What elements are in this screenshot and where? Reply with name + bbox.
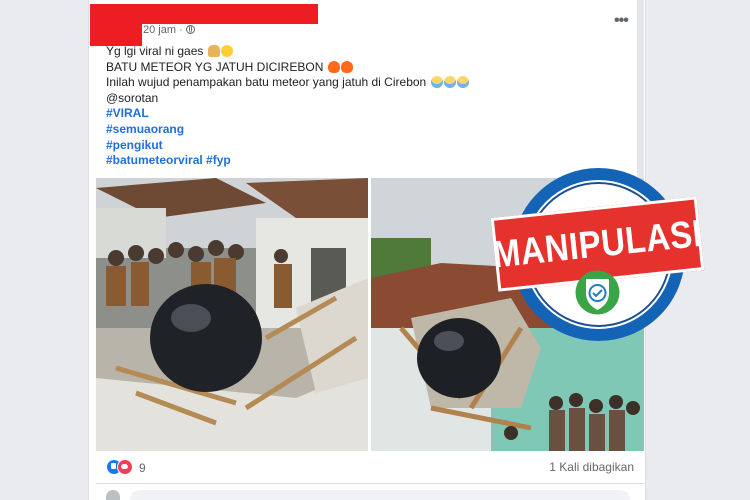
- post-line-2: BATU METEOR YG JATUH DICIREBON: [106, 60, 469, 76]
- post-line-1: Yg lgi viral ni gaes: [106, 44, 469, 60]
- more-options-icon[interactable]: •••: [614, 12, 629, 30]
- fire-emoji-icon: [340, 60, 353, 73]
- globe-icon: [185, 25, 195, 34]
- comment-input[interactable]: [130, 490, 630, 500]
- pray-emoji-icon: [207, 45, 220, 57]
- post-line-3: Inilah wujud penampakan batu meteor yang…: [106, 75, 469, 91]
- hashtag-link[interactable]: #semuaorang: [106, 122, 184, 136]
- reactions-summary[interactable]: 9: [106, 459, 146, 475]
- scream-emoji-icon: [456, 76, 469, 89]
- divider: [96, 483, 644, 484]
- post-line-4: @sorotan: [106, 90, 159, 105]
- share-count[interactable]: 1 Kali dibagikan: [549, 460, 634, 474]
- post-text: Yg lgi viral ni gaes BATU METEOR YG JATU…: [106, 44, 469, 169]
- reaction-count: 9: [139, 461, 146, 475]
- hashtag-link[interactable]: #VIRAL: [106, 106, 149, 120]
- post-meta: 20 jam ·: [143, 24, 195, 36]
- cek-fakta-shield-icon: [574, 269, 621, 316]
- page-background-left: [0, 0, 52, 500]
- smile-emoji-icon: [220, 45, 233, 57]
- scrollbar[interactable]: [637, 0, 644, 178]
- scream-emoji-icon: [443, 76, 456, 89]
- hashtag-link[interactable]: #fyp: [206, 153, 231, 167]
- stamp-label: MANIPULASI: [490, 211, 705, 276]
- hashtag-link[interactable]: #pengikut: [106, 138, 163, 152]
- avatar: [106, 490, 120, 500]
- post-photo-1[interactable]: [96, 178, 368, 451]
- redacted-author-name: [90, 4, 318, 24]
- hashtag-link[interactable]: #batumeteorviral: [106, 153, 203, 167]
- fire-emoji-icon: [327, 60, 340, 73]
- sweat-emoji-icon: [430, 76, 443, 89]
- post-timestamp[interactable]: 20 jam: [143, 24, 176, 36]
- love-reaction-icon: [117, 459, 133, 475]
